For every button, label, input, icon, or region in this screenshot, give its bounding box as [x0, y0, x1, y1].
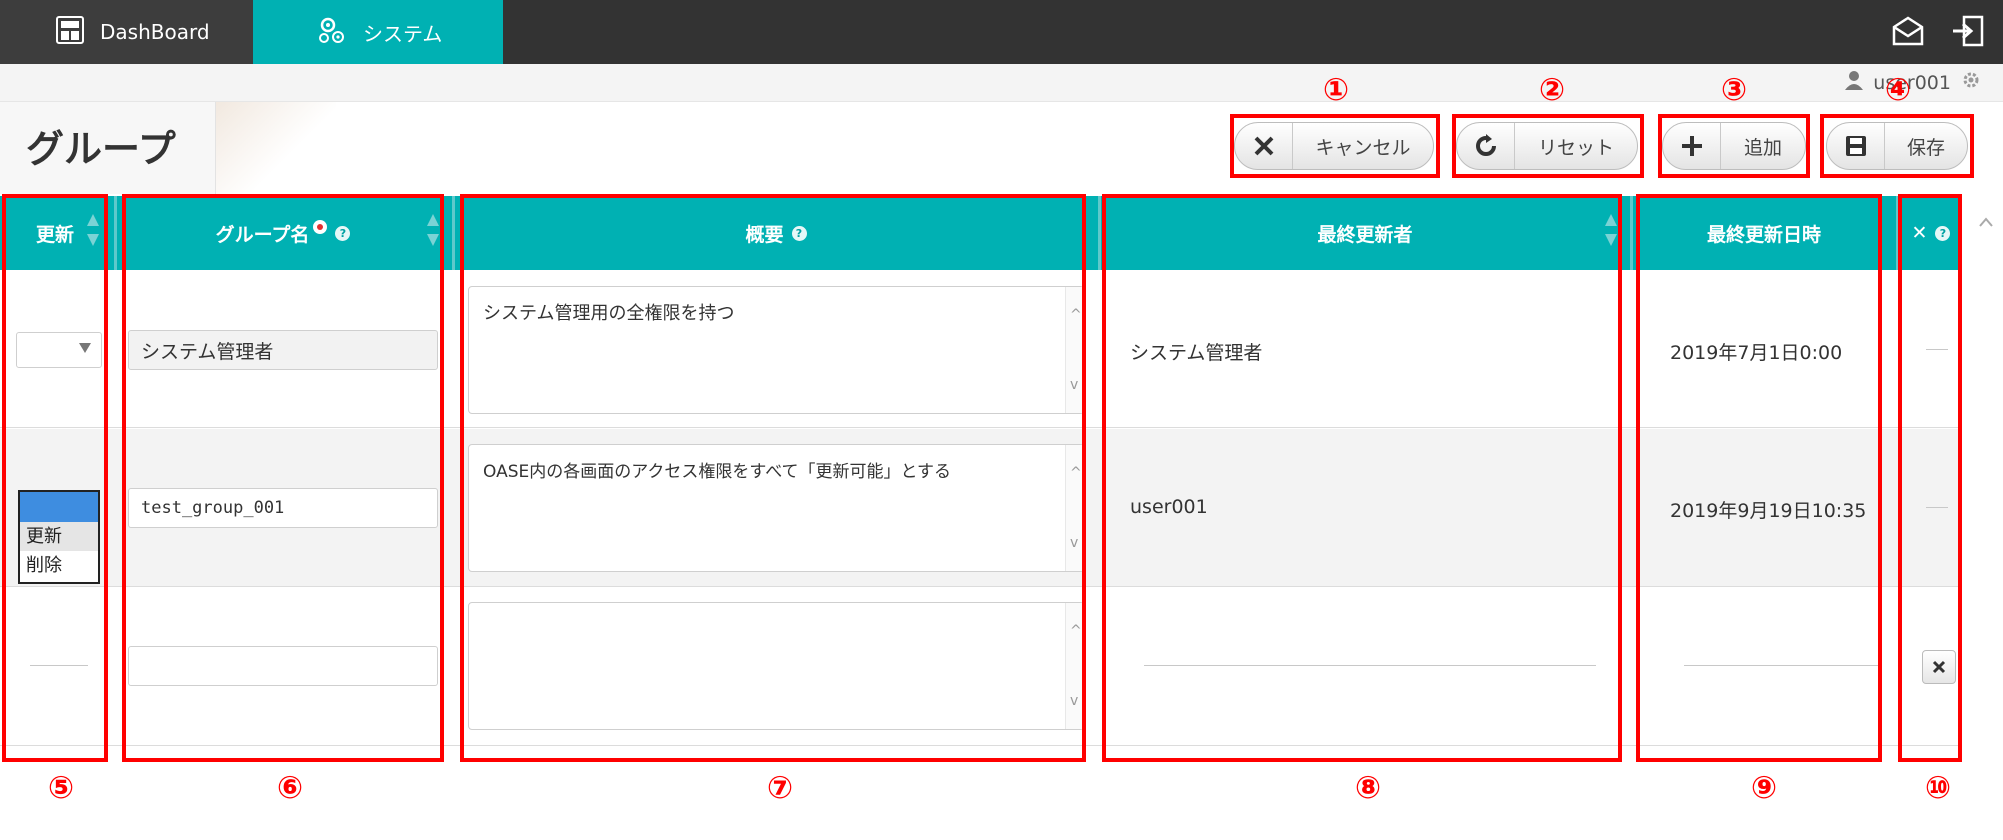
dashboard-icon [56, 15, 84, 49]
user-icon [1845, 70, 1864, 95]
nav-tab-system[interactable]: システム [253, 0, 503, 64]
annotation-number-1: ① [1322, 72, 1350, 108]
column-separator [114, 196, 117, 270]
annotation-box-3 [1658, 114, 1810, 178]
page-title: グループ [26, 127, 176, 171]
annotation-box-2 [1452, 114, 1644, 178]
annotation-number-2: ② [1538, 72, 1566, 108]
annotation-box-10 [1898, 194, 1962, 762]
column-separator [1098, 196, 1101, 270]
gears-icon [317, 15, 347, 50]
annotation-box-8 [1102, 194, 1622, 762]
top-right-icons [1891, 14, 1985, 52]
nav-tab-dashboard[interactable]: DashBoard [0, 0, 253, 64]
annotation-number-10: ⑩ [1924, 770, 1952, 806]
annotation-number-5: ⑤ [47, 770, 75, 806]
column-separator [1630, 196, 1633, 270]
annotation-number-9: ⑨ [1750, 770, 1778, 806]
scroll-up-icon[interactable] [1978, 214, 1994, 228]
sub-header-bar [0, 64, 2003, 102]
annotation-box-9 [1636, 194, 1882, 762]
annotation-number-6: ⑥ [276, 770, 304, 806]
settings-gear-icon[interactable] [1961, 70, 1981, 95]
annotation-number-8: ⑧ [1354, 770, 1382, 806]
annotation-box-7 [460, 194, 1086, 762]
nav-tab-system-label: システム [363, 21, 443, 46]
annotation-box-1 [1230, 114, 1440, 178]
annotation-number-4: ④ [1884, 72, 1912, 108]
column-separator [452, 196, 455, 270]
title-decoration [216, 102, 336, 194]
nav-tab-dashboard-label: DashBoard [100, 20, 210, 44]
annotation-number-3: ③ [1720, 72, 1748, 108]
annotation-box-5 [2, 194, 108, 762]
annotation-box-4 [1820, 114, 1974, 178]
annotation-box-6 [122, 194, 444, 762]
annotation-number-7: ⑦ [766, 770, 794, 806]
mail-icon[interactable] [1891, 14, 1925, 52]
logout-icon[interactable] [1951, 14, 1985, 52]
